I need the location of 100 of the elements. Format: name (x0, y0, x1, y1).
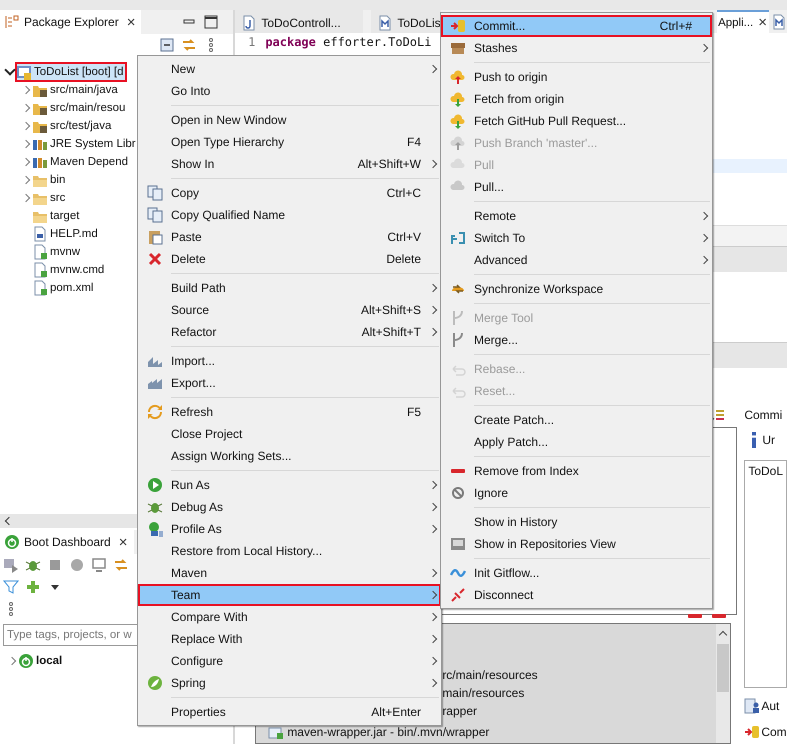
tree-item[interactable]: src/test/java (32, 117, 114, 135)
menu-item[interactable]: Disconnect (441, 584, 712, 606)
menu-item[interactable]: Synchronize Workspace (441, 278, 712, 300)
tree-item[interactable]: JRE System Libr (32, 135, 138, 153)
person-file-icon (744, 698, 760, 714)
menu-item[interactable]: Advanced (441, 249, 712, 271)
close-icon[interactable]: × (118, 534, 128, 550)
info-text: Ur (762, 433, 775, 447)
menu-item[interactable]: Ignore (441, 482, 712, 504)
menu-item[interactable]: Init Gitflow... (441, 562, 712, 584)
menu-item[interactable]: New (138, 58, 441, 80)
menu-item[interactable]: Show In Alt+Shift+W (138, 153, 441, 175)
tree-item[interactable]: src (32, 189, 68, 207)
menu-item[interactable]: Show in Repositories View (441, 533, 712, 555)
menu-item[interactable]: Spring (138, 672, 441, 694)
file-icon (32, 244, 48, 260)
file-item[interactable]: maven-wrapper.jar - bin/.mvn/wrapper (287, 725, 490, 739)
menu-item[interactable]: Create Patch... (441, 409, 712, 431)
file-icon (32, 262, 48, 278)
menu-item[interactable]: Fetch GitHub Pull Request... (441, 110, 712, 132)
menu-item[interactable]: Import... (138, 350, 441, 372)
editor-tab[interactable]: Appli... × (717, 10, 769, 33)
java-file-icon (241, 14, 258, 30)
file-item[interactable]: rapper (442, 704, 477, 718)
menu-item[interactable]: Apply Patch... (441, 431, 712, 453)
editor-tab[interactable]: ToDoLis (371, 10, 441, 33)
menu-item[interactable]: Delete Delete (138, 248, 441, 270)
maximize-icon[interactable] (203, 14, 220, 30)
menu-item[interactable]: Build Path (138, 277, 441, 299)
tree-item[interactable]: ToDoList [boot] [d (16, 63, 126, 81)
tree-item[interactable]: bin (32, 171, 68, 189)
menu-item[interactable]: Configure (138, 650, 441, 672)
switch-icon (450, 230, 466, 246)
profile-icon (146, 521, 162, 537)
menu-item[interactable]: Merge... (441, 329, 712, 351)
package-explorer-tab[interactable]: Package Explorer × (0, 10, 142, 34)
add-icon[interactable] (25, 579, 41, 595)
editor-tab[interactable]: ToDoControll... (235, 10, 364, 33)
file-item[interactable]: rc/main/resources (442, 668, 538, 682)
menu-item[interactable]: Export... (138, 372, 441, 394)
menu-item[interactable]: Assign Working Sets... (138, 445, 441, 467)
filter-icon[interactable] (3, 579, 19, 595)
disconnect-icon (450, 587, 466, 603)
menu-item[interactable]: Pull... (441, 176, 712, 198)
maven-file-icon (377, 14, 394, 30)
menu-item[interactable]: Restore from Local History... (138, 540, 441, 562)
cloud-upload-icon (450, 69, 466, 85)
menu-item[interactable]: Switch To (441, 227, 712, 249)
link-icon[interactable] (181, 37, 198, 53)
menu-item[interactable]: Profile As (138, 518, 441, 540)
commit-message-field[interactable]: ToDoL (744, 460, 787, 688)
menu-item[interactable]: Source Alt+Shift+S (138, 299, 441, 321)
tree-item[interactable]: mvnw.cmd (32, 261, 106, 279)
menu-item[interactable]: Copy Qualified Name (138, 204, 441, 226)
tree-item[interactable]: src/main/resou (32, 99, 128, 117)
refresh-icon (146, 404, 162, 420)
boot-dashboard-tab[interactable]: Boot Dashboard × (0, 530, 134, 554)
run-icon (146, 477, 162, 493)
close-icon[interactable]: × (126, 14, 136, 30)
menu-item[interactable]: Show in History (441, 511, 712, 533)
menu-item[interactable]: Open Type Hierarchy F4 (138, 131, 441, 153)
menu-item[interactable]: Remote (441, 205, 712, 227)
tree-item[interactable]: pom.xml (32, 279, 96, 297)
ignore-icon (450, 485, 466, 501)
collapse-all-icon[interactable] (159, 37, 176, 53)
menu-item[interactable]: Refactor Alt+Shift+T (138, 321, 441, 343)
console-icon[interactable] (91, 557, 107, 573)
tree-item[interactable]: src/main/java (32, 81, 120, 99)
tree-item[interactable]: target (32, 207, 82, 225)
menu-item[interactable]: Paste Ctrl+V (138, 226, 441, 248)
committer-label: Com (761, 725, 787, 739)
file-item[interactable]: main/resources (442, 686, 524, 700)
stop-icon[interactable] (47, 557, 63, 573)
menu-item[interactable]: Commit... Ctrl+# (441, 15, 712, 37)
link-icon[interactable] (113, 557, 129, 573)
menu-item[interactable]: Properties Alt+Enter (138, 701, 441, 723)
commit-icon (744, 724, 760, 740)
menu-item[interactable]: Refresh F5 (138, 401, 441, 423)
menu-item[interactable]: Debug As (138, 496, 441, 518)
menu-item[interactable]: Close Project (138, 423, 441, 445)
tree-item[interactable]: local (18, 652, 64, 670)
tree-item[interactable]: HELP.md (32, 225, 100, 243)
delete-icon (146, 251, 162, 267)
start-icon[interactable] (3, 557, 19, 573)
menu-item[interactable]: Push to origin (441, 66, 712, 88)
tree-item[interactable]: Maven Depend (32, 153, 130, 171)
menu-item[interactable]: Team (138, 584, 441, 606)
tree-item[interactable]: mvnw (32, 243, 82, 261)
menu-item[interactable]: Copy Ctrl+C (138, 182, 441, 204)
maven-file-icon[interactable] (771, 14, 787, 30)
menu-item[interactable]: Stashes (441, 37, 712, 59)
menu-item[interactable]: Open in New Window (138, 109, 441, 131)
scroll-bar[interactable] (716, 624, 730, 743)
code-line: package efforter.ToDoLi (265, 35, 432, 49)
menu-item[interactable]: Maven (138, 562, 441, 584)
menu-item[interactable]: Go Into (138, 80, 441, 102)
close-icon[interactable]: × (758, 14, 767, 31)
menu-item[interactable]: Fetch from origin (441, 88, 712, 110)
menu-item[interactable]: Run As (138, 474, 441, 496)
menu-item[interactable]: Remove from Index (441, 460, 712, 482)
